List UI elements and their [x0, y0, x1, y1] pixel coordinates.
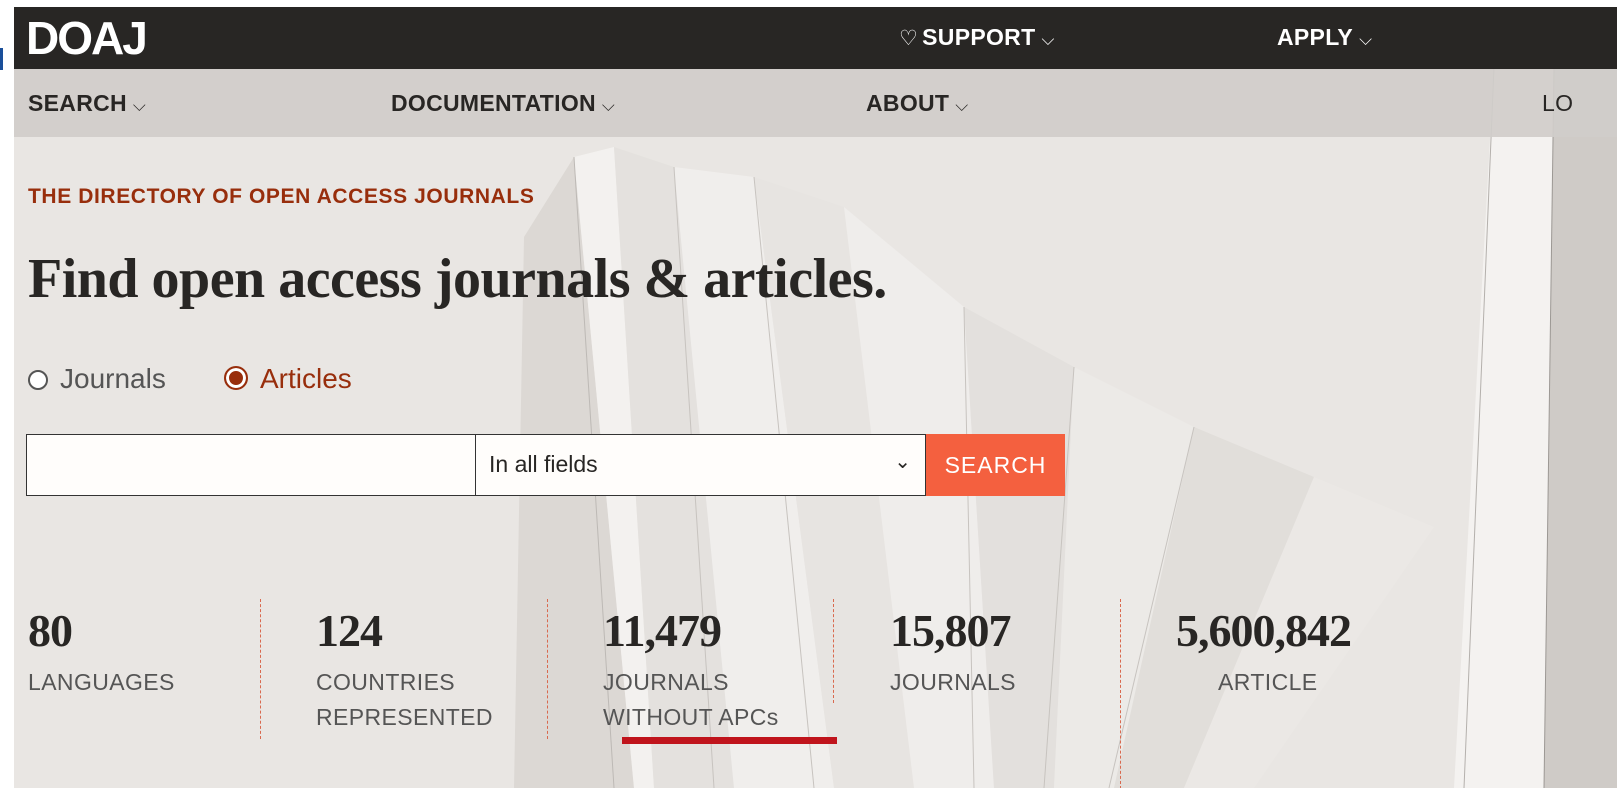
documentation-menu-label: DOCUMENTATION — [391, 90, 596, 116]
radio-checked-icon — [224, 366, 248, 390]
apply-menu[interactable]: APPLY ⌵ — [1277, 23, 1372, 54]
login-link-partial[interactable]: LO — [1542, 89, 1573, 117]
radio-journals[interactable]: Journals — [28, 363, 166, 395]
support-menu[interactable]: ♡ SUPPORT ⌵ — [899, 23, 1055, 54]
search-menu-label: SEARCH — [28, 90, 127, 116]
top-navigation-bar: DOAJ ♡ SUPPORT ⌵ APPLY ⌵ — [14, 7, 1617, 69]
left-edge-fragment — [0, 48, 3, 70]
doaj-page: DOAJ ♡ SUPPORT ⌵ APPLY ⌵ SEARCH ⌵ DOCUMENTAT… — [14, 7, 1617, 788]
search-button[interactable]: SEARCH — [926, 434, 1065, 496]
documentation-menu[interactable]: DOCUMENTATION ⌵ — [391, 89, 615, 120]
chevron-down-icon: ⌵ — [1359, 30, 1373, 49]
chevron-down-icon: ⌵ — [601, 96, 616, 115]
stat-divider — [547, 599, 548, 739]
radio-articles-label: Articles — [260, 363, 352, 394]
chevron-down-icon: ⌵ — [955, 96, 969, 115]
chevron-down-icon: ⌄ — [894, 451, 911, 473]
stat-label-line2: REPRESENTED — [316, 704, 493, 730]
stat-articles[interactable]: 5,600,842 ARTICLE — [1176, 605, 1352, 700]
about-menu-label: ABOUT — [866, 90, 950, 116]
search-menu[interactable]: SEARCH ⌵ — [28, 89, 146, 120]
stat-label: JOURNALS WITHOUT APCs — [603, 665, 779, 735]
search-field-selected-value: In all fields — [489, 451, 598, 477]
page-headline: Find open access journals & articles. — [28, 248, 887, 310]
stat-label-line1: COUNTRIES — [316, 669, 456, 695]
stat-number: 5,600,842 — [1176, 605, 1352, 656]
stat-number: 11,479 — [603, 605, 722, 656]
heart-icon: ♡ — [899, 27, 919, 50]
radio-articles[interactable]: Articles — [224, 363, 352, 395]
stat-divider — [1120, 599, 1121, 788]
radio-journals-label: Journals — [60, 363, 166, 394]
chevron-down-icon: ⌵ — [132, 96, 147, 115]
support-label: SUPPORT — [922, 24, 1036, 50]
stat-divider — [833, 599, 834, 703]
stat-label: COUNTRIES REPRESENTED — [316, 665, 493, 735]
stat-number: 124 — [316, 605, 383, 656]
stat-label-line1: JOURNALS — [603, 669, 729, 695]
stat-label-line2: WITHOUT APCs — [603, 704, 779, 730]
search-input[interactable] — [26, 434, 476, 496]
stat-journals[interactable]: 15,807 JOURNALS — [890, 605, 1016, 700]
stat-divider — [260, 599, 261, 739]
stat-countries: 124 COUNTRIES REPRESENTED — [316, 605, 493, 735]
search-field-select[interactable]: In all fields ⌄ — [476, 434, 926, 496]
doaj-logo[interactable]: DOAJ — [26, 11, 148, 65]
stat-languages: 80 LANGUAGES — [28, 605, 175, 700]
about-menu[interactable]: ABOUT ⌵ — [866, 89, 968, 120]
apply-label: APPLY — [1277, 24, 1354, 50]
stat-journals-without-apcs[interactable]: 11,479 JOURNALS WITHOUT APCs — [603, 605, 779, 735]
stat-label: LANGUAGES — [28, 669, 175, 695]
stat-number: 15,807 — [890, 605, 1011, 656]
stat-number: 80 — [28, 605, 73, 656]
site-tagline: THE DIRECTORY OF OPEN ACCESS JOURNALS — [28, 185, 535, 208]
secondary-navigation-bar: SEARCH ⌵ DOCUMENTATION ⌵ ABOUT ⌵ LO — [14, 69, 1617, 137]
radio-unchecked-icon — [28, 370, 48, 390]
annotation-underline — [622, 737, 837, 744]
stat-label: JOURNALS — [890, 669, 1016, 695]
stat-label: ARTICLE — [1218, 669, 1318, 695]
chevron-down-icon: ⌵ — [1041, 30, 1055, 49]
